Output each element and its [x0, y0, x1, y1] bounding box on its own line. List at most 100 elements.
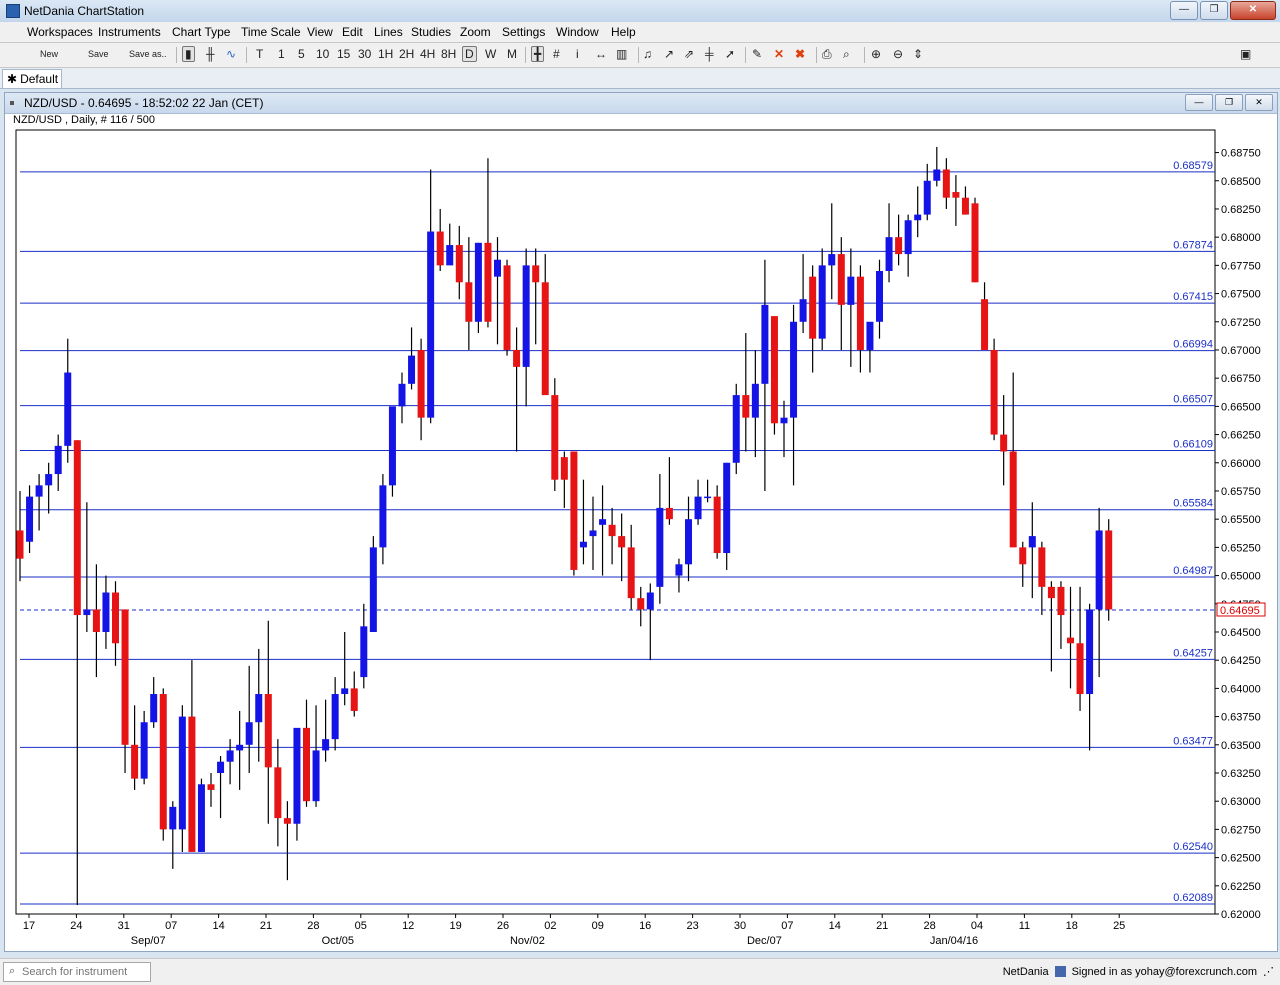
info-icon[interactable]: i	[576, 47, 579, 61]
window-titlebar: NetDania ChartStation — ❐ ✕	[0, 0, 1280, 23]
candle-body	[1047, 586, 1055, 599]
candle-body	[665, 507, 673, 520]
line-chart-icon[interactable]: ∿	[226, 47, 236, 61]
alert-bell-icon[interactable]: ♫	[643, 47, 652, 61]
candlestick-chart-icon[interactable]: ▮	[182, 46, 195, 62]
close-button[interactable]: ✕	[1230, 1, 1276, 20]
toolbar-separator	[864, 47, 865, 63]
candle-body	[732, 395, 740, 463]
candle-body	[560, 457, 568, 480]
candle-body	[1067, 637, 1074, 644]
menu-settings[interactable]: Settings	[502, 25, 545, 39]
channel-line-icon[interactable]: ⇗	[684, 47, 694, 61]
zoom-out-icon[interactable]: ⊖	[893, 47, 903, 61]
candle-body	[255, 694, 263, 723]
save-as-button[interactable]: Save as..	[129, 49, 167, 59]
timeframe-monthly-button[interactable]: M	[507, 47, 517, 61]
candlestick-chart[interactable]: 0.62000 0.62250 0.62500 0.62750 0.63000 0.632…	[5, 93, 1277, 951]
candle-body	[64, 372, 72, 446]
search-input[interactable]	[22, 964, 146, 979]
new-button[interactable]: New	[40, 49, 58, 59]
x-tick-label: 11	[1019, 920, 1030, 932]
candle-body	[112, 592, 119, 644]
candle-body	[322, 739, 330, 751]
delete-all-icon[interactable]: ✖	[795, 47, 805, 61]
timeframe-4h-button[interactable]: 4H	[420, 47, 435, 61]
save-button[interactable]: Save	[88, 49, 109, 59]
arrow-tool-icon[interactable]: ➚	[725, 47, 735, 61]
candle-body	[54, 445, 62, 475]
candle-body	[522, 265, 530, 367]
menu-instruments[interactable]: Instruments	[98, 25, 161, 39]
y-tick-label: 0.62000	[1221, 909, 1261, 921]
candle-body	[675, 564, 683, 576]
tab-default[interactable]: ✱ Default	[2, 69, 62, 88]
maximize-button[interactable]: ❐	[1200, 1, 1228, 20]
crosshair-icon[interactable]: ╋	[531, 46, 545, 62]
scale-arrows-icon[interactable]: ↔	[595, 47, 607, 61]
timeframe-weekly-button[interactable]: W	[485, 47, 496, 61]
x-tick-label: 23	[686, 920, 698, 932]
menu-time-scale[interactable]: Time Scale	[241, 25, 301, 39]
timeframe-8h-button[interactable]: 8H	[441, 47, 456, 61]
zoom-fit-icon[interactable]: ⇕	[913, 47, 923, 61]
trend-line-icon[interactable]: ↗	[664, 47, 674, 61]
horizontal-line-label: 0.62540	[1173, 841, 1213, 853]
timeframe-1h-button[interactable]: 1H	[378, 47, 393, 61]
instrument-search[interactable]: ⌕	[3, 962, 151, 982]
zoom-in-icon[interactable]: ⊕	[871, 47, 881, 61]
timeframe-15m-button[interactable]: 15	[337, 47, 350, 61]
menu-view[interactable]: View	[307, 25, 333, 39]
candle-body	[780, 417, 788, 424]
candle-body	[761, 304, 769, 384]
menu-lines[interactable]: Lines	[374, 25, 403, 39]
horizontal-line-label: 0.65584	[1173, 498, 1213, 510]
pencil-icon[interactable]: ✎	[752, 47, 762, 61]
candle-body	[1076, 643, 1084, 695]
candle-body	[1038, 547, 1046, 587]
panel-toggle-icon[interactable]: ▣	[1240, 47, 1251, 61]
y-tick-label: 0.65750	[1221, 486, 1261, 498]
grid-icon[interactable]: #	[553, 47, 560, 61]
y-tick-label: 0.68500	[1221, 176, 1261, 188]
menu-help[interactable]: Help	[611, 25, 636, 39]
print-icon[interactable]: ⎙	[822, 47, 832, 62]
candle-body	[532, 265, 540, 283]
delete-object-icon[interactable]: ✕	[774, 47, 784, 61]
candle-body	[1105, 530, 1113, 610]
menu-edit[interactable]: Edit	[342, 25, 363, 39]
candle-body	[331, 694, 339, 740]
candle-body	[73, 440, 81, 616]
ohlc-bar-chart-icon[interactable]: ╫	[206, 47, 215, 61]
print-preview-icon[interactable]: ⌕	[843, 47, 850, 62]
timeframe-30m-button[interactable]: 30	[358, 47, 371, 61]
x-tick-label: 09	[592, 920, 604, 932]
window-title: NetDania ChartStation	[24, 4, 145, 18]
y-tick-label: 0.67750	[1221, 260, 1261, 272]
app-logo-icon	[6, 4, 20, 18]
search-icon: ⌕	[9, 965, 16, 977]
toolbar-separator	[246, 47, 247, 63]
fibonacci-icon[interactable]: ╪	[705, 47, 714, 61]
timeframe-10m-button[interactable]: 10	[316, 47, 329, 61]
timeframe-daily-button[interactable]: D	[462, 46, 477, 62]
menu-zoom[interactable]: Zoom	[460, 25, 491, 39]
candle-body	[92, 609, 100, 632]
volume-icon[interactable]: ▥	[616, 47, 627, 61]
timeframe-5m-button[interactable]: 5	[298, 47, 305, 61]
menu-chart-type[interactable]: Chart Type	[172, 25, 230, 39]
menu-workspaces[interactable]: Workspaces	[27, 25, 93, 39]
brand-label: NetDania	[1002, 965, 1049, 978]
y-tick-label: 0.66500	[1221, 401, 1261, 413]
menu-window[interactable]: Window	[556, 25, 599, 39]
timeframe-tick-button[interactable]: T	[256, 47, 263, 61]
candle-body	[656, 507, 664, 587]
timeframe-2h-button[interactable]: 2H	[399, 47, 414, 61]
candle-body	[45, 474, 53, 486]
menu-studies[interactable]: Studies	[411, 25, 451, 39]
minimize-button[interactable]: —	[1170, 1, 1198, 20]
candle-body	[226, 750, 234, 762]
candle-body	[866, 321, 874, 350]
timeframe-1m-button[interactable]: 1	[278, 47, 285, 61]
candle-body	[809, 276, 817, 339]
